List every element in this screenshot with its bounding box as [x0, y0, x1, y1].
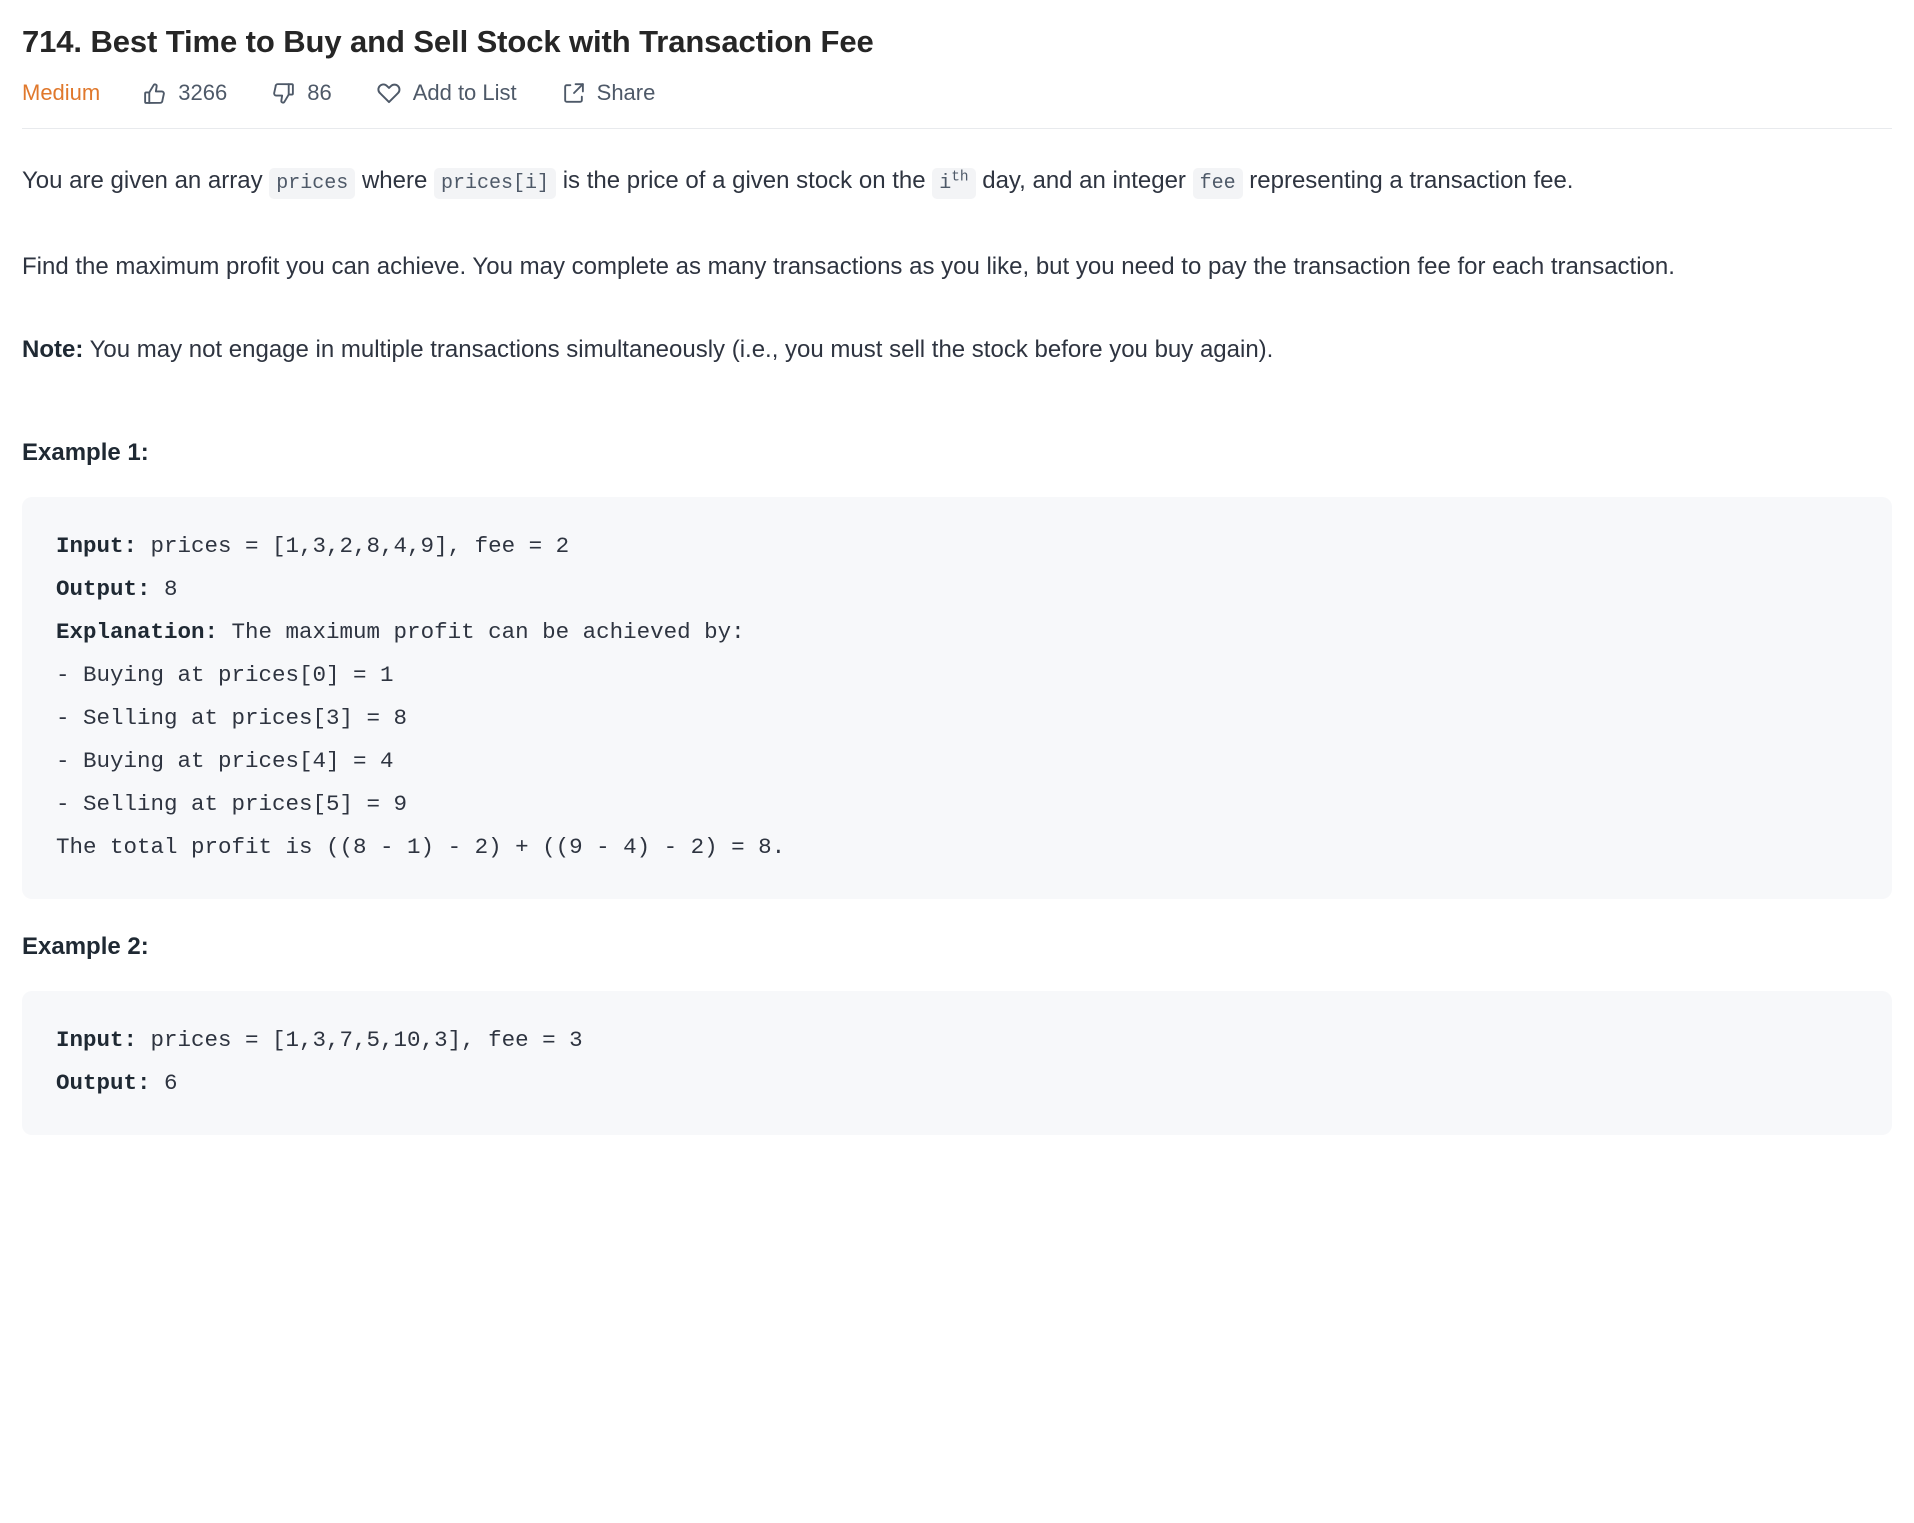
example-2-codeblock: Input: prices = [1,3,7,5,10,3], fee = 3O… [22, 991, 1892, 1136]
heart-icon [376, 80, 402, 106]
input-value: prices = [1,3,7,5,10,3], fee = 3 [137, 1027, 583, 1054]
thumbs-down-icon [271, 81, 296, 106]
dislike-count: 86 [307, 80, 332, 106]
example-1-step: - Buying at prices[4] = 4 [56, 748, 394, 775]
add-to-list-label: Add to List [412, 80, 517, 106]
code-prices-i: prices[i] [434, 168, 557, 200]
share-button[interactable]: Share [561, 80, 656, 106]
description-note: Note: You may not engage in multiple tra… [22, 328, 1892, 371]
output-label: Output: [56, 576, 151, 603]
explanation-value: The maximum profit can be achieved by: [218, 619, 745, 646]
page-title: 714. Best Time to Buy and Sell Stock wit… [22, 24, 874, 59]
code-ith-base: i [939, 172, 952, 196]
problem-page: 714. Best Time to Buy and Sell Stock wit… [0, 0, 1914, 1136]
output-value: 8 [150, 576, 178, 603]
share-label: Share [596, 80, 656, 106]
example-1-codeblock: Input: prices = [1,3,2,8,4,9], fee = 2 Ou… [22, 497, 1892, 900]
desc-text-d: day, and an integer [975, 167, 1193, 195]
desc-text-e: representing a transaction fee. [1242, 167, 1574, 195]
problem-description: You are given an array prices where pric… [22, 129, 1892, 1136]
explanation-label: Explanation: [56, 619, 219, 646]
output-label: Output: [56, 1070, 151, 1097]
example-2-output-line: Output: 6 [56, 1062, 1858, 1105]
note-text: You may not engage in multiple transacti… [83, 336, 1274, 364]
output-value: 6 [150, 1070, 178, 1097]
code-ith: ith [932, 168, 976, 200]
difficulty-badge: Medium [22, 80, 101, 106]
example-2-heading: Example 2: [22, 933, 149, 961]
desc-text-c: is the price of a given stock on the [556, 167, 933, 195]
example-1-output-line: Output: 8 [56, 568, 1858, 611]
input-label: Input: [56, 1027, 138, 1054]
dislike-button[interactable]: 86 [271, 80, 332, 106]
problem-meta-row: Medium 3266 86 Add to List Share [22, 80, 1892, 128]
example-1-heading: Example 1: [22, 439, 149, 467]
like-count: 3266 [178, 80, 228, 106]
example-1-explanation-line: Explanation: The maximum profit can be a… [56, 611, 1858, 654]
example-2-input-line: Input: prices = [1,3,7,5,10,3], fee = 3 [56, 1019, 1858, 1062]
input-value: prices = [1,3,2,8,4,9], fee = 2 [137, 533, 570, 560]
add-to-list-button[interactable]: Add to List [376, 80, 517, 106]
share-icon [561, 81, 586, 106]
like-button[interactable]: 3266 [142, 80, 227, 106]
description-paragraph-2: Find the maximum profit you can achieve.… [22, 253, 1675, 281]
code-prices: prices [269, 168, 356, 200]
desc-text-b: where [355, 167, 434, 195]
example-1-step: - Buying at prices[0] = 1 [56, 662, 394, 689]
note-label: Note: [22, 336, 84, 364]
code-ith-superscript: th [951, 169, 969, 186]
example-1-input-line: Input: prices = [1,3,2,8,4,9], fee = 2 [56, 525, 1858, 568]
input-label: Input: [56, 533, 138, 560]
desc-text-a: You are given an array [22, 167, 270, 195]
description-paragraph-1: You are given an array prices where pric… [22, 159, 1892, 205]
example-1-step: - Selling at prices[5] = 9 [56, 791, 408, 818]
code-fee: fee [1192, 168, 1243, 200]
example-1-step: - Selling at prices[3] = 8 [56, 705, 408, 732]
example-1-total: The total profit is ((8 - 1) - 2) + ((9 … [56, 834, 786, 861]
thumbs-up-icon [142, 81, 167, 106]
